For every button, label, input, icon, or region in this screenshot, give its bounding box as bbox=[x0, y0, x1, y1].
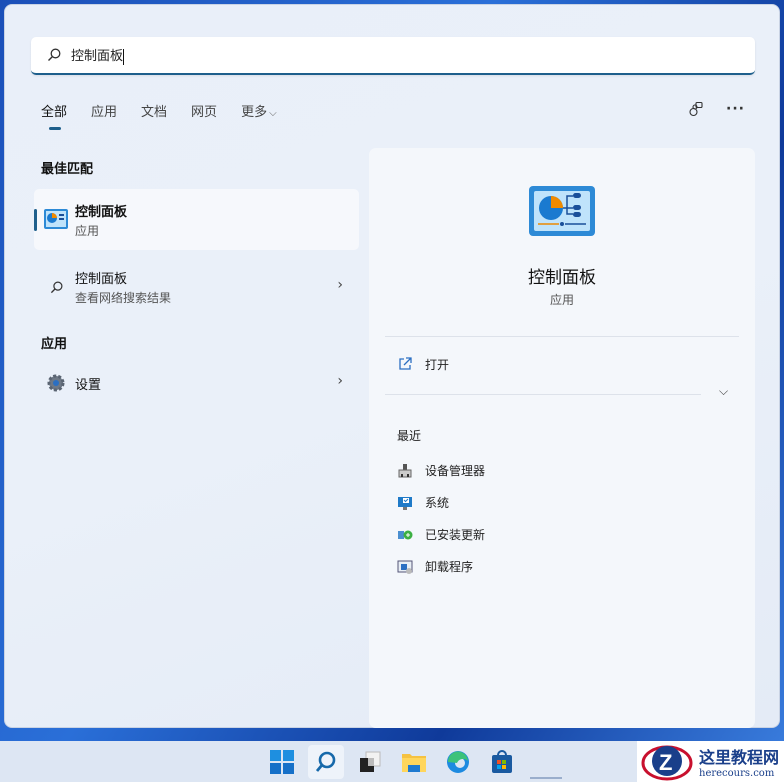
folder-icon bbox=[402, 754, 426, 772]
windows-logo-icon bbox=[270, 750, 294, 774]
divider bbox=[385, 336, 739, 337]
app-item-title: 设置 bbox=[75, 377, 102, 393]
start-button[interactable] bbox=[264, 745, 300, 779]
web-search-result[interactable]: 控制面板 查看网络搜索结果 › bbox=[34, 263, 359, 311]
control-panel-icon bbox=[44, 209, 68, 229]
task-view-icon bbox=[360, 751, 381, 772]
chevron-right-icon: › bbox=[337, 373, 343, 389]
recent-item-label: 已安装更新 bbox=[425, 528, 486, 542]
taskbar-indicator bbox=[530, 777, 562, 779]
preview-title: 控制面板 bbox=[528, 268, 596, 288]
control-panel-large-icon bbox=[529, 186, 595, 236]
device-manager-icon bbox=[398, 463, 412, 477]
search-icon bbox=[50, 281, 63, 293]
system-monitor-icon bbox=[398, 496, 412, 510]
search-window: 控制面板 全部 应用 文档 网页 更多 ⌵ ··· 最佳匹配 控制面板 应用 控制… bbox=[4, 4, 780, 728]
recent-item[interactable]: 已安装更新 bbox=[397, 526, 485, 543]
web-result-subtitle: 查看网络搜索结果 bbox=[75, 291, 172, 305]
more-options-icon[interactable]: ··· bbox=[726, 101, 745, 117]
tab-more-label: 更多 bbox=[241, 105, 268, 120]
recent-item-label: 卸载程序 bbox=[425, 560, 474, 574]
chevron-down-icon: ⌵ bbox=[269, 108, 277, 119]
tab-apps[interactable]: 应用 bbox=[91, 101, 117, 129]
edge-browser-button[interactable] bbox=[440, 745, 476, 779]
watermark-title: 这里教程网 bbox=[699, 748, 780, 767]
text-caret bbox=[123, 48, 125, 65]
expand-chevron-icon[interactable]: ⌵ bbox=[719, 384, 728, 399]
watermark-url: herecours.com bbox=[699, 768, 775, 779]
search-icon bbox=[48, 48, 61, 61]
file-explorer-button[interactable] bbox=[396, 745, 432, 779]
recent-item[interactable]: 系统 bbox=[397, 494, 449, 511]
open-label: 打开 bbox=[425, 357, 450, 372]
recent-item[interactable]: 卸载程序 bbox=[397, 558, 473, 575]
watermark-logo-icon: Z bbox=[641, 745, 693, 781]
search-value: 控制面板 bbox=[71, 49, 124, 65]
task-view-button[interactable] bbox=[352, 745, 388, 779]
filter-tabs: 全部 应用 文档 网页 更多 ⌵ bbox=[41, 101, 301, 130]
microsoft-store-button[interactable] bbox=[484, 745, 520, 779]
tab-all[interactable]: 全部 bbox=[41, 101, 67, 130]
search-input[interactable]: 控制面板 bbox=[31, 37, 755, 75]
taskbar-search-button[interactable] bbox=[308, 745, 344, 779]
apps-heading: 应用 bbox=[41, 337, 68, 352]
installed-updates-icon bbox=[398, 530, 413, 539]
recent-item[interactable]: 设备管理器 bbox=[397, 462, 485, 479]
store-icon bbox=[492, 750, 512, 773]
preview-pane: 控制面板 应用 打开 ⌵ 最近 设备管理器 系统 已安装更新 卸载程序 bbox=[369, 148, 755, 728]
search-icon bbox=[315, 751, 336, 772]
selection-indicator bbox=[34, 209, 37, 231]
recent-item-label: 系统 bbox=[425, 496, 450, 510]
watermark: Z 这里教程网 herecours.com bbox=[637, 741, 784, 782]
account-switch-icon[interactable] bbox=[688, 101, 704, 117]
recent-heading: 最近 bbox=[397, 429, 422, 443]
tab-more[interactable]: 更多 ⌵ bbox=[241, 101, 277, 129]
best-match-subtitle: 应用 bbox=[75, 224, 100, 238]
recent-item-label: 设备管理器 bbox=[425, 464, 486, 478]
tab-web[interactable]: 网页 bbox=[191, 101, 217, 129]
preview-subtitle: 应用 bbox=[549, 293, 574, 307]
best-match-title: 控制面板 bbox=[75, 205, 128, 220]
edge-icon bbox=[447, 751, 469, 773]
app-item-settings[interactable]: 设置 › bbox=[34, 367, 359, 399]
best-match-item[interactable]: 控制面板 应用 bbox=[34, 189, 359, 250]
settings-gear-icon bbox=[47, 374, 65, 392]
svg-text:Z: Z bbox=[659, 750, 672, 775]
divider bbox=[385, 394, 701, 395]
uninstall-program-icon bbox=[397, 560, 413, 574]
open-action[interactable]: 打开 bbox=[397, 353, 449, 375]
open-external-icon bbox=[399, 357, 412, 370]
chevron-right-icon: › bbox=[337, 277, 343, 293]
tab-documents[interactable]: 文档 bbox=[141, 101, 167, 129]
best-match-heading: 最佳匹配 bbox=[41, 162, 94, 177]
web-result-title: 控制面板 bbox=[75, 272, 128, 287]
